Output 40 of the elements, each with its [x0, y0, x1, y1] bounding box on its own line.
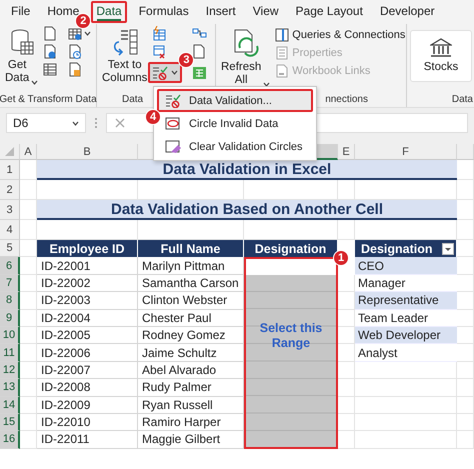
step-badge: 2	[75, 13, 92, 29]
table-cell: ID-22011	[37, 431, 138, 449]
table-cell: ID-22010	[37, 414, 138, 432]
table-cell: ID-22006	[37, 344, 138, 362]
table-cell: ID-22008	[37, 379, 138, 397]
table-cell: Samantha Carson	[138, 274, 244, 292]
table-cell: Rudy Palmer	[138, 379, 244, 397]
list-cell: Representative	[355, 292, 457, 310]
table-cell: Marilyn Pittman	[138, 257, 244, 275]
table-cell: Abel Alvarado	[138, 362, 244, 380]
list-cell: CEO	[355, 257, 457, 275]
group-label: Get & Transform Data	[0, 94, 97, 105]
table-cell: ID-22007	[37, 362, 138, 380]
step-badge: 3	[178, 52, 194, 68]
table-cell: Chester Paul	[138, 310, 244, 327]
table-header: Full Name	[138, 240, 244, 258]
range-annotation: Select this Range	[258, 321, 324, 352]
table-cell: ID-22005	[37, 326, 138, 344]
table-cell: ID-22002	[37, 274, 138, 292]
table-cell: ID-22004	[37, 310, 138, 327]
table-cell: Jaime Schultz	[138, 344, 244, 362]
list-cell: Web Developer	[355, 326, 457, 344]
table-cell: ID-22009	[37, 396, 138, 414]
list-cell: Team Leader	[355, 310, 457, 327]
table-cell: Maggie Gilbert	[138, 431, 244, 449]
sheet-subtitle: Data Validation Based on Another Cell	[37, 200, 457, 220]
group-label: Data	[122, 94, 144, 105]
table-cell: ID-22003	[37, 292, 138, 310]
table-header: Employee ID	[37, 240, 138, 258]
table-header: Designation	[244, 240, 338, 258]
step-badge: 1	[333, 250, 349, 266]
table-cell: Ryan Russell	[138, 396, 244, 414]
table-cell: ID-22001	[37, 257, 138, 275]
table-header: Designation	[361, 242, 433, 256]
group-label: nnections	[325, 94, 368, 105]
sheet-title: Data Validation in Excel	[37, 160, 457, 180]
table-cell: Ramiro Harper	[138, 414, 244, 432]
group-label: Data	[452, 94, 473, 105]
table-cell: Rodney Gomez	[138, 326, 244, 344]
table-cell: Clinton Webster	[138, 292, 244, 310]
